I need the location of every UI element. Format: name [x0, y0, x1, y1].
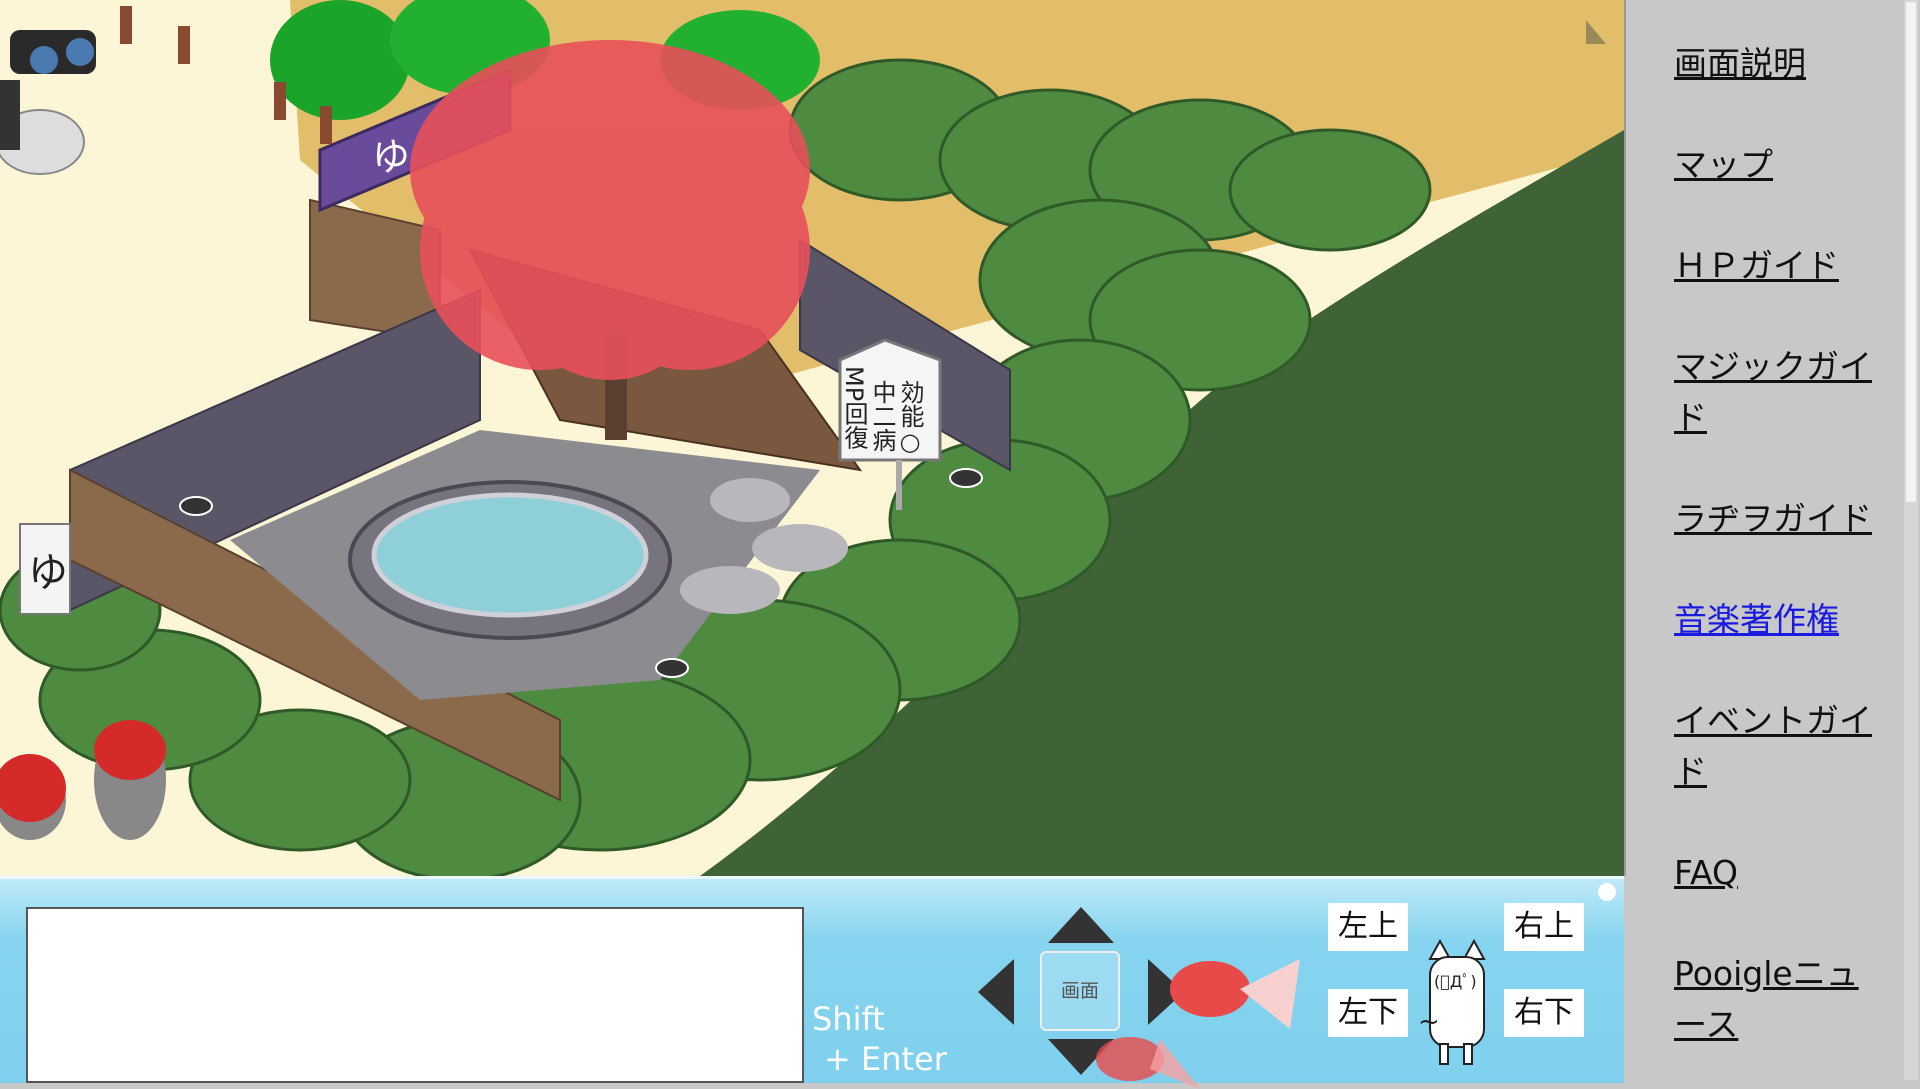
sidebar-link-radio-guide[interactable]: ラヂヲガイド — [1674, 499, 1872, 538]
cat-mascot-icon: (ﾟДﾟ) — [1428, 939, 1486, 1065]
sign-post — [896, 460, 902, 510]
sidebar-scrollbar[interactable] — [1904, 0, 1918, 1080]
game-viewport[interactable]: ゆ 効能○ 中二病 MP回復 ゆ — [0, 0, 1626, 876]
mascot-face: (ﾟДﾟ) — [1434, 972, 1477, 991]
side-sign-char: ゆ — [28, 550, 68, 596]
stepping-stone — [680, 566, 780, 614]
arrow-left-icon[interactable] — [976, 957, 1016, 1027]
down-left-button[interactable]: 左下 — [1328, 989, 1408, 1037]
chat-input[interactable] — [26, 907, 804, 1083]
shift-enter-hint: Shift + Enter — [812, 999, 947, 1079]
sidebar-link-pooigle-news[interactable]: Pooigleニュース — [1674, 954, 1859, 1044]
sidebar-link-faq[interactable]: FAQ — [1674, 853, 1738, 892]
panel-scroll-dot[interactable] — [1598, 883, 1616, 901]
sidebar-link-magic-guide[interactable]: マジックガイド — [1674, 347, 1872, 437]
up-right-button[interactable]: 右上 — [1504, 903, 1584, 951]
stepping-stone — [710, 478, 790, 522]
sign-text: 効能○ 中二病 MP回復 — [840, 366, 924, 456]
sign-line-1: 効能○ — [896, 380, 924, 456]
hot-water — [371, 492, 649, 618]
shift-hint-line2: + Enter — [824, 1040, 947, 1078]
down-right-button[interactable]: 右下 — [1504, 989, 1584, 1037]
up-left-button[interactable]: 左上 — [1328, 903, 1408, 951]
sidebar-link-event-guide[interactable]: イベントガイド — [1674, 701, 1872, 791]
banner-char: ゆ — [372, 135, 410, 179]
tree-top — [270, 0, 410, 120]
sidebar-link-map[interactable]: マップ — [1674, 145, 1773, 184]
stepping-stone — [752, 524, 848, 572]
shift-hint-line1: Shift — [812, 1000, 885, 1038]
control-panel: Shift + Enter 画面 左上 右上 左下 右下 (ﾟДﾟ) ~ — [0, 876, 1624, 1089]
sign-line-3: MP回復 — [840, 366, 868, 449]
sidebar-link-list: 画面説明 マップ ＨＰガイド マジックガイド ラヂヲガイド 音楽著作権 イベント… — [1626, 0, 1920, 1050]
sign-line-2: 中二病 — [868, 380, 896, 452]
goldfish-icon — [1096, 959, 1300, 1089]
sidebar-link-music-copyright[interactable]: 音楽著作権 — [1674, 600, 1839, 639]
mascot-tilde: ~ — [1418, 1007, 1440, 1037]
sidebar-scrollbar-thumb[interactable] — [1906, 2, 1916, 502]
sidebar-link-hp-guide[interactable]: ＨＰガイド — [1674, 246, 1839, 285]
sakura-tree — [410, 40, 810, 380]
sidebar-link-screen-guide[interactable]: 画面説明 — [1674, 44, 1806, 83]
sidebar: 画面説明 マップ ＨＰガイド マジックガイド ラヂヲガイド 音楽著作権 イベント… — [1626, 0, 1920, 1080]
